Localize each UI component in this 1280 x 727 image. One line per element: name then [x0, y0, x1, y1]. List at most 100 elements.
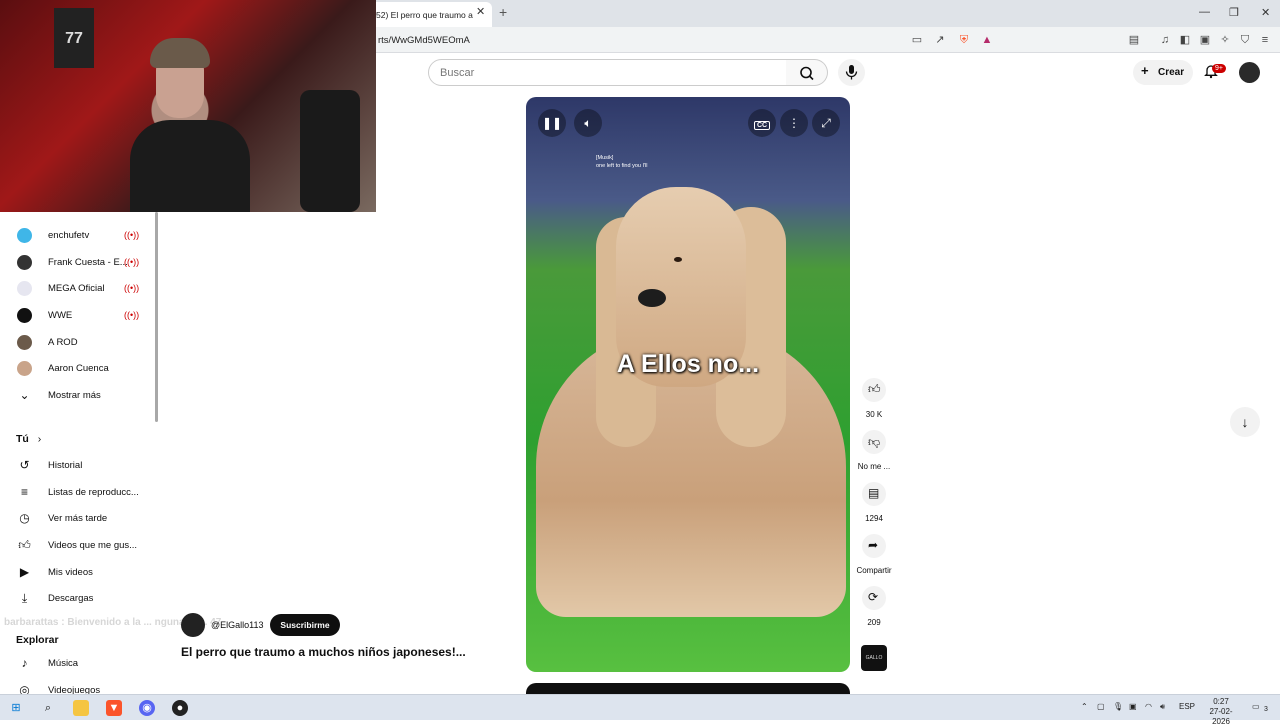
- search-input[interactable]: Buscar: [428, 59, 787, 86]
- discord-icon[interactable]: ◉: [139, 700, 155, 716]
- sidebar-item-my-videos[interactable]: ▶ Mis videos: [0, 559, 150, 585]
- sidebar-item-gaming[interactable]: ◎ Videojuegos: [0, 677, 150, 694]
- channel-avatar: [17, 281, 32, 296]
- download-icon: ⤓: [21, 591, 28, 605]
- sidebar-item-label: WWE: [48, 310, 73, 321]
- notifications-badge: 9+: [1212, 64, 1226, 73]
- sidebar-item-wwe[interactable]: WWE ((•)): [0, 302, 150, 328]
- fullscreen-icon: ⤢: [821, 116, 831, 130]
- account-avatar[interactable]: [1239, 62, 1260, 83]
- search-button[interactable]: [786, 59, 828, 86]
- windows-start-icon[interactable]: ⊞: [8, 700, 24, 716]
- sidebar-item-label: Videos que me gus...: [48, 540, 138, 551]
- more-options-button[interactable]: ⋮: [780, 109, 808, 137]
- leo-ai-icon[interactable]: ✧: [1218, 33, 1232, 47]
- sidebar-item-downloads[interactable]: ⤓ Descargas: [0, 585, 150, 611]
- voice-search-button[interactable]: [838, 59, 865, 86]
- shorts-video-player[interactable]: [Musik] one left to find you I'll A Ello…: [526, 97, 850, 672]
- thumb-up-icon: 👍︎: [18, 538, 31, 552]
- tray-mic-icon[interactable]: 🎙︎: [1113, 702, 1123, 711]
- sidebar-item-frank-cuesta[interactable]: Frank Cuesta - E... ((•)): [0, 249, 150, 275]
- sidebar-item-playlists[interactable]: ≡ Listas de reproducc...: [0, 479, 150, 505]
- captions-button[interactable]: CC: [748, 109, 776, 137]
- channel-handle[interactable]: @ElGallo113: [211, 620, 264, 630]
- sidebar-item-mega-oficial[interactable]: MEGA Oficial ((•)): [0, 275, 150, 301]
- sidebar-item-aaron-cuenca[interactable]: Aaron Cuenca: [0, 355, 150, 381]
- sidebar-toggle-icon[interactable]: ◧: [1178, 33, 1192, 47]
- share-button[interactable]: ➦: [862, 534, 886, 558]
- video-icon: ▶: [19, 565, 30, 579]
- sidebar-item-enchufetv[interactable]: enchufetv ((•)): [0, 222, 150, 248]
- browser-tab[interactable]: 52) El perro que traumo a: [370, 2, 492, 27]
- volume-button[interactable]: 🔈︎: [574, 109, 602, 137]
- tray-display-icon[interactable]: ▣: [1129, 702, 1137, 711]
- system-clock[interactable]: 0:27 27-02-2026: [1201, 697, 1241, 727]
- arrow-down-icon: ↓: [1241, 414, 1249, 430]
- sidebar-item-watch-later[interactable]: ◷ Ver más tarde: [0, 505, 150, 531]
- obs-icon[interactable]: ●: [172, 700, 188, 716]
- gamepad-icon: ◎: [19, 683, 30, 694]
- sidebar-item-music[interactable]: ♪ Música: [0, 650, 150, 676]
- search-icon[interactable]: ⌕: [40, 700, 56, 716]
- tray-overflow-icon[interactable]: ⌃: [1081, 702, 1088, 711]
- cast-icon[interactable]: ▭: [910, 33, 924, 47]
- you-section-heading[interactable]: Tú ›: [16, 433, 41, 445]
- sidebar-item-a-rod[interactable]: A ROD: [0, 329, 150, 355]
- media-icon[interactable]: ♫: [1158, 33, 1172, 47]
- file-explorer-icon[interactable]: [73, 700, 89, 716]
- dislike-button[interactable]: 👎︎: [862, 430, 886, 454]
- new-tab-button[interactable]: +: [499, 4, 507, 20]
- windows-taskbar: ⊞ ⌕ ▼ ◉ ● ⌃ ▢ 🎙︎ ▣ ◠ 🔊︎ ESP 0:27 27-02-2…: [0, 694, 1280, 726]
- sidebar-scrollbar[interactable]: [155, 212, 158, 422]
- channel-avatar[interactable]: [181, 613, 205, 637]
- input-language[interactable]: ESP: [1179, 702, 1195, 711]
- minimize-button[interactable]: —: [1199, 6, 1210, 18]
- audio-source-thumbnail[interactable]: GALLO: [861, 645, 887, 671]
- sidebar-item-label: Videojuegos: [48, 685, 101, 694]
- chevron-right-icon: ›: [37, 433, 42, 445]
- channel-avatar: [17, 308, 32, 323]
- live-icon: ((•)): [124, 310, 140, 320]
- webcam-overlay: 77: [0, 0, 376, 212]
- vpn-icon[interactable]: ⛉: [1238, 33, 1252, 47]
- channel-avatar: [17, 228, 32, 243]
- sidebar-item-liked-videos[interactable]: 👍︎ Videos que me gus...: [0, 532, 150, 558]
- tray-app-icon[interactable]: ▢: [1097, 702, 1105, 711]
- comments-button[interactable]: ▤: [862, 482, 886, 506]
- subscribe-button[interactable]: Suscribirme: [270, 614, 340, 636]
- sidebar-item-historial[interactable]: ↺ Historial: [0, 452, 150, 478]
- video-title[interactable]: El perro que traumo a muchos niños japon…: [181, 645, 466, 659]
- url-text[interactable]: rts/WwGMd5WEOmA: [378, 35, 470, 46]
- dog-eye: [674, 257, 682, 262]
- sidebar-item-label: Música: [48, 658, 79, 669]
- menu-icon[interactable]: ≡: [1258, 33, 1272, 47]
- show-more-button[interactable]: ⌄ Mostrar más: [0, 382, 150, 408]
- tab-close-icon[interactable]: ✕: [476, 5, 485, 18]
- notification-center-icon[interactable]: ▭: [1252, 702, 1260, 711]
- speaker-icon[interactable]: 🔊︎: [1160, 702, 1165, 712]
- remix-button[interactable]: ⟳: [862, 586, 886, 610]
- show-more-label: Mostrar más: [48, 390, 101, 401]
- close-window-button[interactable]: ✕: [1261, 6, 1270, 19]
- create-button[interactable]: + Crear: [1133, 60, 1193, 85]
- tab-search-icon[interactable]: ▤: [1127, 33, 1141, 47]
- playlist-icon: ≡: [20, 485, 28, 499]
- channel-avatar: [17, 361, 32, 376]
- streamer-shirt: [130, 120, 250, 212]
- fullscreen-button[interactable]: ⤢: [812, 109, 840, 137]
- next-video-button[interactable]: ↓: [1230, 407, 1260, 437]
- restore-button[interactable]: ❐: [1229, 6, 1239, 19]
- sidebar-item-label: Mis videos: [48, 567, 93, 578]
- explore-section-heading: Explorar: [16, 634, 59, 646]
- sidebar-item-label: Descargas: [48, 593, 94, 604]
- brave-rewards-icon[interactable]: ▲: [980, 33, 994, 47]
- pause-button[interactable]: ❚❚: [538, 109, 566, 137]
- brave-browser-icon[interactable]: ▼: [106, 700, 122, 716]
- channel-avatar: [17, 335, 32, 350]
- brave-shield-icon[interactable]: ⛨: [957, 33, 971, 47]
- wifi-icon[interactable]: ◠: [1145, 702, 1152, 711]
- microphone-icon: [845, 65, 858, 80]
- wallet-icon[interactable]: ▣: [1198, 33, 1212, 47]
- like-button[interactable]: 👍︎: [862, 378, 886, 402]
- share-page-icon[interactable]: ↗: [933, 33, 947, 47]
